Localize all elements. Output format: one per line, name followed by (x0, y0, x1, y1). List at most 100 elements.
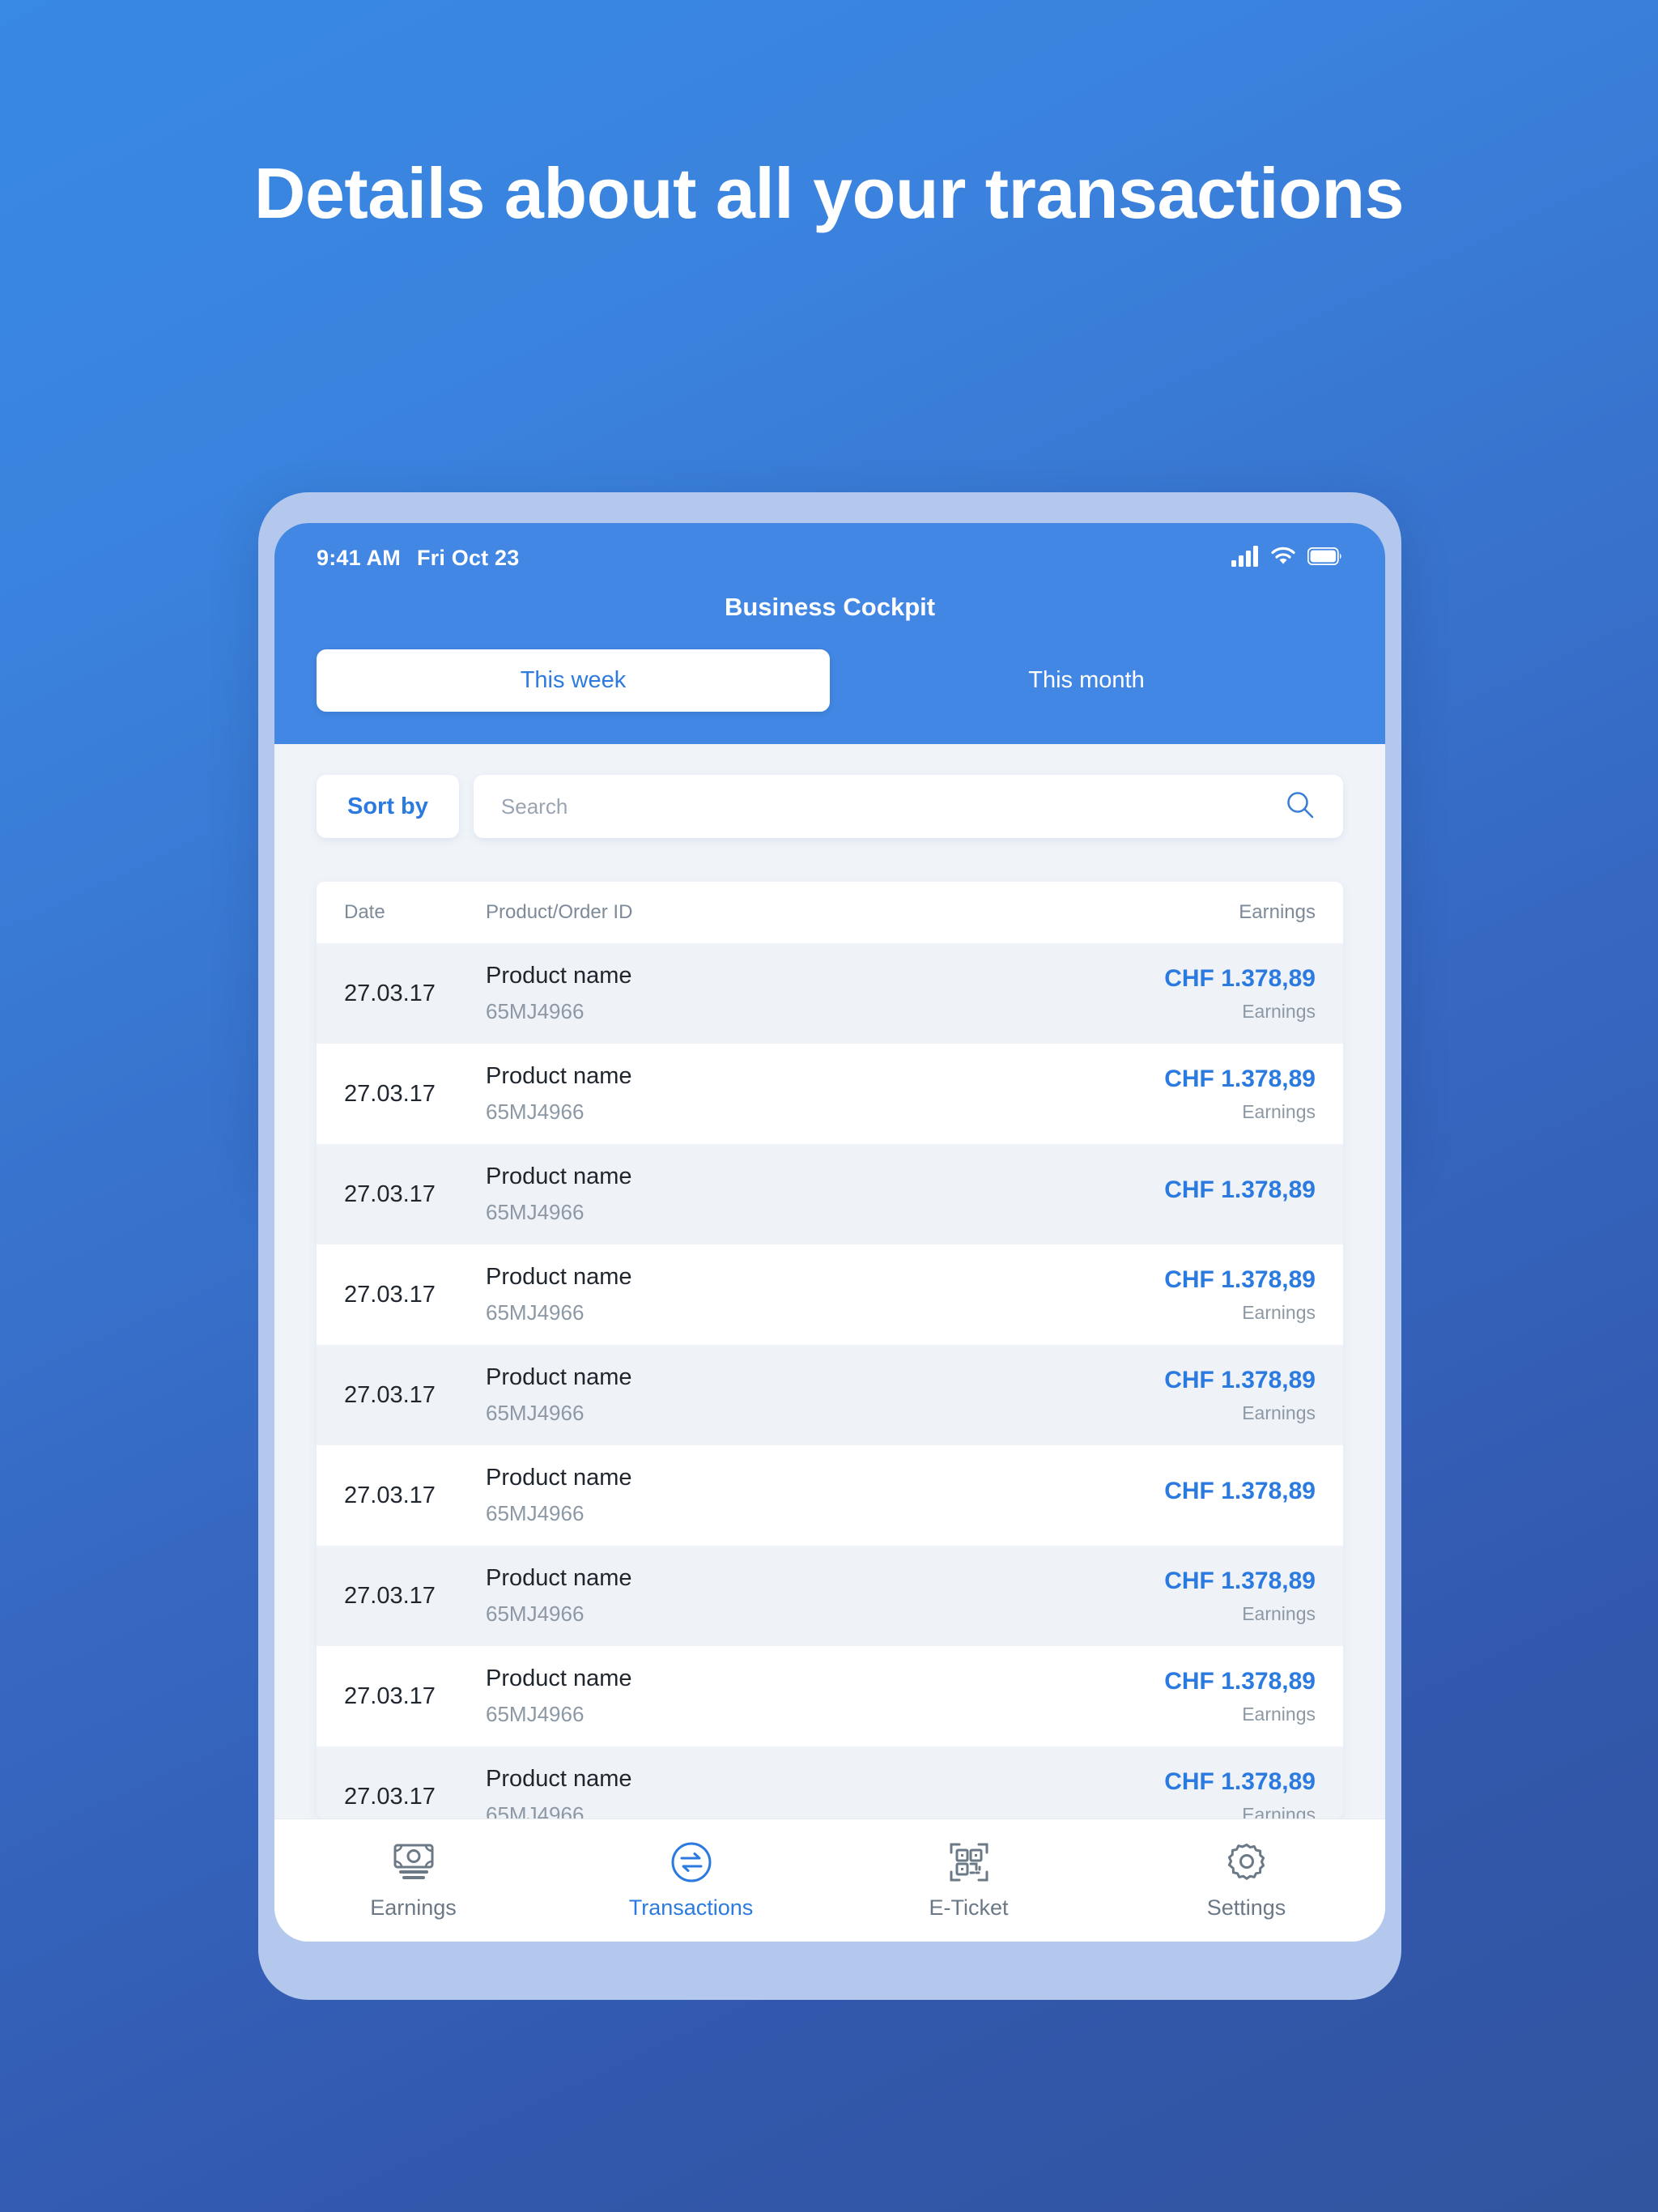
cell-product: Product name 65MJ4966 (486, 963, 1081, 1024)
earnings-amount: CHF 1.378,89 (1164, 1176, 1316, 1203)
cell-earnings: CHF 1.378,89 Earnings (1081, 1066, 1316, 1123)
product-name: Product name (486, 1364, 632, 1390)
tab-label-eticket: E-Ticket (929, 1895, 1009, 1920)
exchange-arrows-icon (670, 1840, 712, 1884)
tab-label-settings: Settings (1206, 1895, 1286, 1920)
cell-product: Product name 65MJ4966 (486, 1264, 1081, 1325)
earnings-sublabel: Earnings (1242, 1000, 1316, 1022)
status-time: 9:41 AM (317, 545, 401, 570)
gear-icon (1226, 1840, 1268, 1884)
cell-earnings: CHF 1.378,89 (1081, 1478, 1316, 1513)
cell-product: Product name 65MJ4966 (486, 1465, 1081, 1526)
product-name: Product name (486, 1565, 632, 1591)
order-id: 65MJ4966 (486, 1802, 585, 1819)
order-id: 65MJ4966 (486, 1702, 585, 1726)
search-icon[interactable] (1285, 789, 1316, 824)
earnings-amount: CHF 1.378,89 (1164, 1266, 1316, 1293)
product-name: Product name (486, 1264, 632, 1290)
table-row[interactable]: 27.03.17 Product name 65MJ4966 CHF 1.378,89… (317, 1546, 1343, 1646)
tab-this-month[interactable]: This month (830, 649, 1343, 712)
cell-earnings: CHF 1.378,89 Earnings (1081, 1266, 1316, 1324)
cell-product: Product name 65MJ4966 (486, 1766, 1081, 1819)
cell-earnings: CHF 1.378,89 (1081, 1176, 1316, 1212)
status-date: Fri Oct 23 (416, 545, 520, 570)
cell-date: 27.03.17 (344, 1080, 436, 1107)
cell-product: Product name 65MJ4966 (486, 1565, 1081, 1627)
table-row[interactable]: 27.03.17 Product name 65MJ4966 CHF 1.378,89… (317, 1646, 1343, 1746)
cell-earnings: CHF 1.378,89 Earnings (1081, 965, 1316, 1023)
table-row[interactable]: 27.03.17 Product name 65MJ4966 CHF 1.378,89… (317, 1746, 1343, 1819)
cell-product: Product name 65MJ4966 (486, 1063, 1081, 1125)
tab-label-earnings: Earnings (370, 1895, 457, 1920)
order-id: 65MJ4966 (486, 1602, 585, 1626)
cell-date: 27.03.17 (344, 1783, 436, 1810)
cell-date: 27.03.17 (344, 1180, 436, 1207)
cell-date: 27.03.17 (344, 980, 436, 1006)
cell-date: 27.03.17 (344, 1682, 436, 1709)
qr-code-icon (949, 1840, 989, 1884)
earnings-sublabel: Earnings (1242, 1602, 1316, 1624)
table-row[interactable]: 27.03.17 Product name 65MJ4966 CHF 1.378,89… (317, 1044, 1343, 1144)
table-row[interactable]: 27.03.17 Product name 65MJ4966 CHF 1.378,89 (317, 1144, 1343, 1244)
product-name: Product name (486, 1063, 632, 1089)
app-header: Business Cockpit This week This month (274, 593, 1385, 744)
battery-icon (1307, 547, 1343, 569)
product-name: Product name (486, 1163, 632, 1189)
earnings-amount: CHF 1.378,89 (1164, 1478, 1316, 1504)
earnings-amount: CHF 1.378,89 (1164, 964, 1316, 992)
cell-product: Product name 65MJ4966 (486, 1364, 1081, 1426)
wifi-icon (1270, 547, 1296, 570)
table-body: 27.03.17 Product name 65MJ4966 CHF 1.378,89… (317, 943, 1343, 1819)
order-id: 65MJ4966 (486, 1501, 585, 1525)
status-bar: 9:41 AM Fri Oct 23 (274, 523, 1385, 593)
signal-icon (1231, 545, 1259, 571)
column-header-product: Product/Order ID (486, 901, 633, 923)
tab-this-week[interactable]: This week (317, 649, 830, 712)
column-header-date: Date (344, 901, 385, 923)
earnings-sublabel: Earnings (1242, 1402, 1316, 1423)
product-name: Product name (486, 1665, 632, 1691)
table-row[interactable]: 27.03.17 Product name 65MJ4966 CHF 1.378,89… (317, 943, 1343, 1044)
tab-settings[interactable]: Settings (1107, 1840, 1385, 1921)
tab-transactions[interactable]: Transactions (552, 1840, 830, 1921)
product-name: Product name (486, 963, 632, 989)
app-title: Business Cockpit (724, 593, 936, 621)
table-header-row: Date Product/Order ID Earnings (317, 882, 1343, 943)
cell-product: Product name 65MJ4966 (486, 1665, 1081, 1727)
table-row[interactable]: 27.03.17 Product name 65MJ4966 CHF 1.378,89… (317, 1244, 1343, 1345)
order-id: 65MJ4966 (486, 999, 585, 1023)
tab-label-transactions: Transactions (628, 1895, 754, 1920)
earnings-sublabel: Earnings (1242, 1301, 1316, 1323)
cell-earnings: CHF 1.378,89 Earnings (1081, 1367, 1316, 1424)
sort-by-button[interactable]: Sort by (317, 775, 459, 838)
earnings-sublabel: Earnings (1242, 1703, 1316, 1725)
order-id: 65MJ4966 (486, 1200, 585, 1224)
tab-earnings[interactable]: Earnings (274, 1840, 552, 1921)
cell-date: 27.03.17 (344, 1381, 436, 1408)
bottom-tab-bar: Earnings Transactions E-Ticket Settings (274, 1819, 1385, 1942)
table-row[interactable]: 27.03.17 Product name 65MJ4966 CHF 1.378,89 (317, 1445, 1343, 1546)
order-id: 65MJ4966 (486, 1300, 585, 1325)
device-screen: 9:41 AM Fri Oct 23 Business Cockpit This… (274, 523, 1385, 1942)
banknote-icon (393, 1840, 435, 1884)
cell-earnings: CHF 1.378,89 Earnings (1081, 1768, 1316, 1819)
earnings-amount: CHF 1.378,89 (1164, 1366, 1316, 1393)
cell-earnings: CHF 1.378,89 Earnings (1081, 1668, 1316, 1725)
table-row[interactable]: 27.03.17 Product name 65MJ4966 CHF 1.378,89… (317, 1345, 1343, 1445)
search-input[interactable]: Search (501, 794, 1285, 819)
cell-date: 27.03.17 (344, 1582, 436, 1609)
period-segmented-control[interactable]: This week This month (274, 649, 1385, 744)
list-toolbar: Sort by Search (274, 744, 1385, 838)
order-id: 65MJ4966 (486, 1401, 585, 1425)
search-field[interactable]: Search (473, 775, 1343, 838)
tab-eticket[interactable]: E-Ticket (830, 1840, 1107, 1921)
column-header-earnings: Earnings (1239, 901, 1316, 923)
product-name: Product name (486, 1766, 632, 1792)
earnings-amount: CHF 1.378,89 (1164, 1767, 1316, 1795)
cell-product: Product name 65MJ4966 (486, 1163, 1081, 1225)
earnings-amount: CHF 1.378,89 (1164, 1567, 1316, 1594)
earnings-sublabel: Earnings (1242, 1100, 1316, 1122)
product-name: Product name (486, 1465, 632, 1491)
earnings-amount: CHF 1.378,89 (1164, 1667, 1316, 1695)
earnings-sublabel: Earnings (1242, 1803, 1316, 1819)
